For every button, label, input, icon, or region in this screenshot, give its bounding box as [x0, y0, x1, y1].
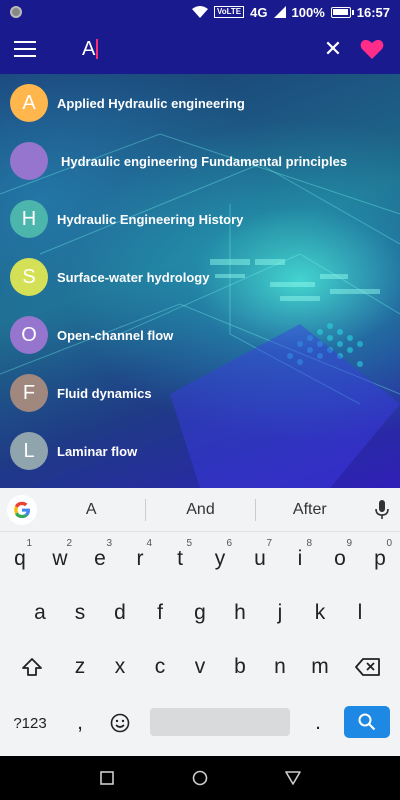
recents-icon [99, 771, 114, 785]
search-icon [358, 713, 376, 731]
key-o[interactable]: o9 [320, 534, 360, 584]
suggestion-2[interactable]: And [146, 501, 254, 519]
backspace-icon [355, 658, 380, 676]
key-u[interactable]: u7 [240, 534, 280, 584]
backspace-key[interactable] [346, 642, 390, 692]
results-list: A Applied Hydraulic engineering Hydrauli… [0, 74, 400, 480]
system-nav-bar [0, 756, 400, 800]
key-i[interactable]: i8 [280, 534, 320, 584]
key-q[interactable]: q1 [0, 534, 40, 584]
battery-percent: 100% [291, 4, 325, 20]
key-n[interactable]: n [260, 642, 300, 692]
letter-avatar [10, 142, 48, 180]
suggestion-bar: A And After [0, 488, 400, 532]
key-j[interactable]: j [260, 588, 300, 638]
item-title: Laminar flow [57, 443, 138, 459]
wifi-icon [192, 5, 208, 18]
clock: 16:57 [356, 4, 390, 20]
suggestion-1[interactable]: A [37, 501, 145, 519]
key-a[interactable]: a [20, 588, 60, 638]
space-key[interactable] [150, 708, 290, 736]
status-bar: VoLTE 4G 100% 16:57 [0, 0, 400, 24]
item-title: Hydraulic engineering Fundamental princi… [61, 153, 348, 169]
phone-screen: VoLTE 4G 100% 16:57 A ✕ A Applied Hydrau… [0, 0, 400, 800]
key-comma[interactable]: , [62, 698, 98, 748]
notification-dot-icon [10, 6, 22, 18]
key-s[interactable]: s [60, 588, 100, 638]
key-c[interactable]: c [140, 642, 180, 692]
list-item[interactable]: O Open-channel flow [0, 306, 400, 364]
close-icon[interactable]: ✕ [318, 36, 348, 62]
list-item[interactable]: Hydraulic engineering Fundamental princi… [0, 132, 400, 190]
item-title: Applied Hydraulic engineering [57, 95, 245, 111]
key-t[interactable]: t5 [160, 534, 200, 584]
item-title: Open-channel flow [57, 327, 174, 343]
key-e[interactable]: e3 [80, 534, 120, 584]
key-row-1: q1 w2 e3 r4 t5 y6 u7 i8 o9 p0 [0, 534, 400, 584]
key-k[interactable]: k [300, 588, 340, 638]
list-item[interactable]: H Hydraulic Engineering History [0, 190, 400, 248]
search-query: A [82, 37, 96, 60]
key-g[interactable]: g [180, 588, 220, 638]
item-title: Hydraulic Engineering History [57, 211, 244, 227]
results-panel: A Applied Hydraulic engineering Hydrauli… [0, 74, 400, 488]
mic-icon[interactable] [364, 499, 400, 520]
key-y[interactable]: y6 [200, 534, 240, 584]
key-row-3: z x c v b n m [0, 642, 400, 692]
key-p[interactable]: p0 [360, 534, 400, 584]
google-icon[interactable] [7, 494, 37, 525]
key-v[interactable]: v [180, 642, 220, 692]
letter-avatar: L [10, 432, 48, 470]
key-r[interactable]: r4 [120, 534, 160, 584]
key-w[interactable]: w2 [40, 534, 80, 584]
battery-icon [330, 6, 354, 18]
menu-icon[interactable] [14, 41, 36, 57]
key-d[interactable]: d [100, 588, 140, 638]
signal-icon [273, 6, 286, 18]
network-type: 4G [250, 4, 268, 20]
item-title: Fluid dynamics [57, 385, 152, 401]
soft-keyboard: A And After q1 w2 e3 r4 t5 y6 u7 i8 o9 p… [0, 488, 400, 756]
key-m[interactable]: m [300, 642, 340, 692]
list-item[interactable]: A Applied Hydraulic engineering [0, 74, 400, 132]
back-button[interactable] [273, 758, 313, 798]
letter-avatar: O [10, 316, 48, 354]
key-x[interactable]: x [100, 642, 140, 692]
key-z[interactable]: z [60, 642, 100, 692]
suggestion-3[interactable]: After [256, 501, 364, 519]
app-bar: A ✕ [0, 24, 400, 74]
shift-icon [22, 658, 42, 676]
list-item[interactable]: S Surface-water hydrology [0, 248, 400, 306]
search-key[interactable] [344, 706, 390, 738]
key-b[interactable]: b [220, 642, 260, 692]
key-f[interactable]: f [140, 588, 180, 638]
list-item[interactable]: L Laminar flow [0, 422, 400, 480]
key-row-4: ?123 , . [0, 698, 400, 748]
key-l[interactable]: l [340, 588, 380, 638]
home-icon [192, 770, 208, 786]
letter-avatar: S [10, 258, 48, 296]
letter-avatar: F [10, 374, 48, 412]
favorite-heart-icon[interactable] [358, 35, 386, 63]
key-period[interactable]: . [300, 698, 336, 748]
letter-avatar: A [10, 84, 48, 122]
search-input[interactable]: A [82, 38, 302, 61]
text-cursor [96, 39, 99, 59]
item-title: Surface-water hydrology [57, 269, 210, 285]
recents-button[interactable] [87, 758, 127, 798]
emoji-key[interactable] [100, 698, 140, 748]
volte-badge: VoLTE [214, 6, 245, 18]
shift-key[interactable] [10, 642, 54, 692]
emoji-icon [110, 713, 130, 733]
home-button[interactable] [180, 758, 220, 798]
back-icon [285, 771, 302, 785]
key-h[interactable]: h [220, 588, 260, 638]
key-row-2: a s d f g h j k l [0, 588, 400, 638]
symbols-key[interactable]: ?123 [2, 698, 58, 748]
list-item[interactable]: F Fluid dynamics [0, 364, 400, 422]
letter-avatar: H [10, 200, 48, 238]
